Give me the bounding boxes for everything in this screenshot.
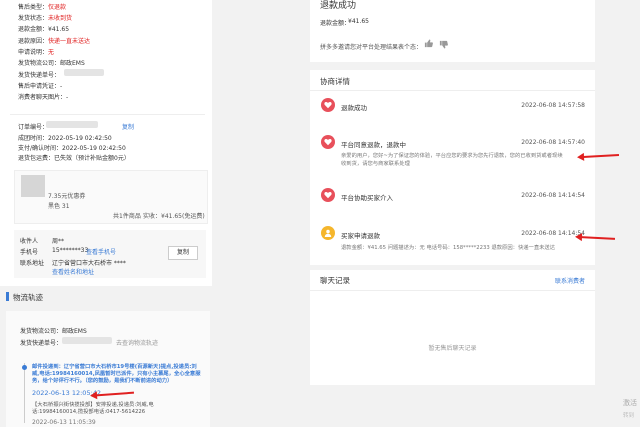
feedback-question: 拼多多邀请您对平台处理结果表个态：: [320, 44, 423, 51]
copy-address-button[interactable]: 复制: [168, 246, 198, 260]
watermark-line1: 激活: [623, 399, 637, 407]
left-panel: 售后类型：仅退款 发货状态：未收到货 退款金额：¥41.65 退款原因：快递一直未送达…: [0, 0, 212, 286]
info-label: 发货物流公司：: [18, 60, 61, 67]
chat-panel: 聊天记录 联系消费者 暂无售后聊天记录: [310, 270, 595, 385]
platform-avatar-icon: [321, 98, 335, 112]
platform-avatar-icon: [321, 188, 335, 202]
thumbs-up-icon[interactable]: [424, 39, 433, 50]
info-value: 快递一直未送达: [48, 38, 91, 45]
info-value: 仅退款: [48, 4, 67, 11]
tracking-number-redacted: [62, 337, 112, 344]
info-label: 发货状态：: [18, 15, 49, 22]
info-row: 发货物流公司：邮政EMS: [18, 58, 85, 67]
product-thumbnail[interactable]: [21, 175, 45, 197]
logistics-event-prev: 【大石桥振兴街快揽投部】安排投递,投递员:刘威,电话:19984160014,揽…: [32, 402, 154, 415]
timeline-line: [24, 363, 25, 423]
order-value: 2022-05-19 02:42:50: [48, 135, 112, 142]
order-row: 退货包运费：已失效（预计补贴金额0元）: [18, 153, 130, 162]
logistics-tracking-label: 发货快递单号：: [20, 340, 63, 347]
info-value: 邮政EMS: [60, 60, 85, 67]
thumbs-down-icon[interactable]: [439, 40, 448, 51]
refund-status-title: 退款成功: [320, 1, 357, 11]
order-number-row: 订单编号：: [18, 122, 48, 131]
logistics-title-bar: [6, 292, 9, 301]
info-row: 退款金额：¥41.65: [18, 24, 69, 33]
logistics-panel: 发货物流公司： 邮政EMS 发货快递单号： 去查询物流轨迹 邮件投递到：辽宁省营…: [6, 311, 210, 427]
info-value: -: [60, 83, 63, 90]
negotiation-panel: 协商详情 退款成功 2022-06-08 14:57:58 平台同意退款，退款中…: [310, 70, 595, 265]
event-time-3: 2022-06-08 14:14:54: [521, 192, 585, 199]
info-row: 申请说明：无: [18, 47, 54, 56]
order-label: 支付/确认时间：: [18, 145, 63, 152]
event-time-2: 2022-06-08 14:57:40: [521, 139, 585, 146]
order-number-redacted: [46, 121, 98, 128]
info-row: 售后申请凭证：-: [18, 81, 62, 90]
refund-amount: ¥41.65: [348, 18, 369, 25]
event-detail-2: 亲爱的用户，您好~为了保证您的体验，平台应您的要求为您先行退款，您的已收到货或者…: [341, 153, 563, 167]
event-title-2: 平台同意退款，退款中: [341, 141, 406, 149]
info-row: 退款原因：快递一直未送达: [18, 36, 90, 45]
info-value: ¥41.65: [48, 26, 70, 33]
event-title-4: 买家申请退款: [341, 232, 380, 240]
order-row: 支付/确认时间：2022-05-19 02:42:50: [18, 143, 126, 152]
event-detail-4: 退款金额：¥41.65 问题描述为：无 电话号码：158*****2233 退款…: [341, 245, 556, 251]
contact-consumer-link[interactable]: 联系消费者: [555, 276, 585, 285]
event-title-3: 平台协助买家介入: [341, 194, 393, 202]
info-label: 退款金额：: [18, 26, 49, 33]
info-label: 消费者聊天图片：: [18, 94, 67, 101]
info-value: -: [66, 94, 69, 101]
product-coupon: 7.35元优惠券: [48, 193, 86, 200]
receiver-address: 辽宁省营口市大石桥市 ****: [52, 260, 126, 267]
info-row: 发货快递单号：: [18, 70, 60, 79]
event-time-1: 2022-06-08 14:57:58: [521, 102, 585, 109]
info-label: 售后类型：: [18, 4, 49, 11]
receiver-name-label: 收件人: [20, 238, 39, 245]
product-card: 7.35元优惠券 黑色 31 共1件商品 实收：¥41.65(免运费): [14, 170, 208, 224]
receiver-box: 收件人 周** 手机号 15*******33 查看手机号 联系地址 辽宁省营口…: [14, 230, 206, 278]
order-value: 已失效（预计补贴金额0元）: [54, 155, 130, 162]
order-value: 2022-05-19 02:42:50: [62, 145, 126, 152]
product-summary: 共1件商品: [113, 213, 141, 220]
logistics-company-label: 发货物流公司：: [20, 328, 63, 335]
info-value: 未收到货: [48, 15, 73, 22]
logistics-company: 邮政EMS: [62, 328, 87, 335]
negotiation-title: 协商详情: [320, 77, 350, 86]
buyer-avatar-icon: [321, 226, 335, 240]
tracking-redacted: [64, 69, 104, 76]
platform-avatar-icon: [321, 135, 335, 149]
refund-amount-label: 退款金额：: [320, 20, 351, 27]
logistics-event-prev-time: 2022-06-13 11:05:39: [32, 419, 96, 426]
timeline-dot: [22, 365, 27, 370]
chat-title: 聊天记录: [320, 276, 350, 285]
copy-order-link[interactable]: 复制: [122, 122, 134, 131]
order-row: 成团时间：2022-05-19 02:42:50: [18, 133, 112, 142]
order-number-label: 订单编号：: [18, 124, 49, 131]
chat-empty-text: 暂无售后聊天记录: [428, 345, 477, 352]
info-label: 发货快递单号：: [18, 72, 61, 79]
watermark-line2: 转到: [623, 413, 635, 419]
refund-status-panel: 退款成功 退款金额： ¥41.65 拼多多邀请您对平台处理结果表个态：: [310, 0, 595, 62]
logistics-event-latest: 邮件投递到：辽宁省营口市大石桥市19号楼(百源新天)提点,投递员:刘威,电话:1…: [32, 364, 201, 384]
view-phone-link[interactable]: 查看手机号: [86, 247, 116, 256]
info-label: 售后申请凭证：: [18, 83, 61, 90]
info-label: 退款原因：: [18, 38, 49, 45]
logistics-title: 物流轨迹: [13, 293, 43, 302]
receiver-name: 周**: [52, 238, 65, 245]
view-name-address-link[interactable]: 查看姓名和地址: [52, 267, 94, 276]
info-row: 消费者聊天图片：-: [18, 92, 68, 101]
product-paid: 实收：¥41.65(免运费): [143, 213, 205, 220]
receiver-phone: 15*******33: [52, 247, 89, 254]
info-value: 无: [48, 49, 55, 56]
event-title-1: 退款成功: [341, 104, 367, 112]
product-spec: 黑色 31: [48, 203, 70, 210]
info-row: 发货状态：未收到货: [18, 13, 72, 22]
order-label: 成团时间：: [18, 135, 49, 142]
info-label: 申请说明：: [18, 49, 49, 56]
annotation-arrow-1: [582, 154, 620, 158]
info-row: 售后类型：仅退款: [18, 2, 66, 11]
receiver-phone-label: 手机号: [20, 249, 39, 256]
logistics-query-link[interactable]: 去查询物流轨迹: [116, 338, 158, 347]
receiver-address-label: 联系地址: [20, 260, 45, 267]
order-label: 退货包运费：: [18, 155, 55, 162]
